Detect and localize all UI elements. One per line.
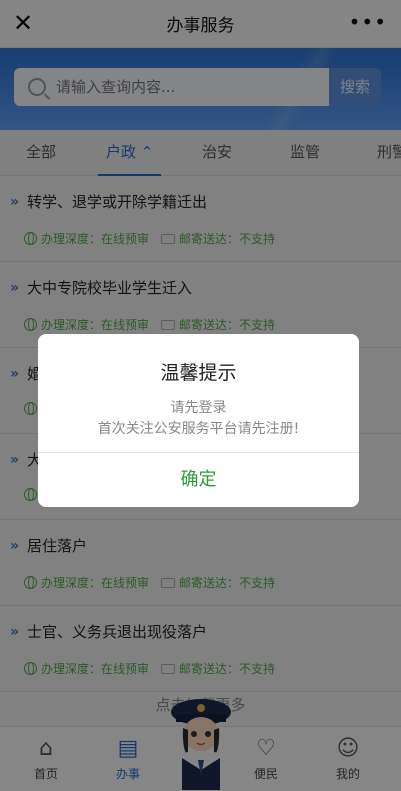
dialog-title: 温馨提示 <box>160 362 237 384</box>
confirm-button[interactable]: 确定 <box>38 453 359 507</box>
dialog-message: 请先登录 <box>170 400 227 416</box>
dialog-message: 首次关注公安服务平台请先注册! <box>97 421 300 437</box>
login-prompt-dialog: 温馨提示 请先登录 首次关注公安服务平台请先注册! 确定 <box>38 334 359 507</box>
